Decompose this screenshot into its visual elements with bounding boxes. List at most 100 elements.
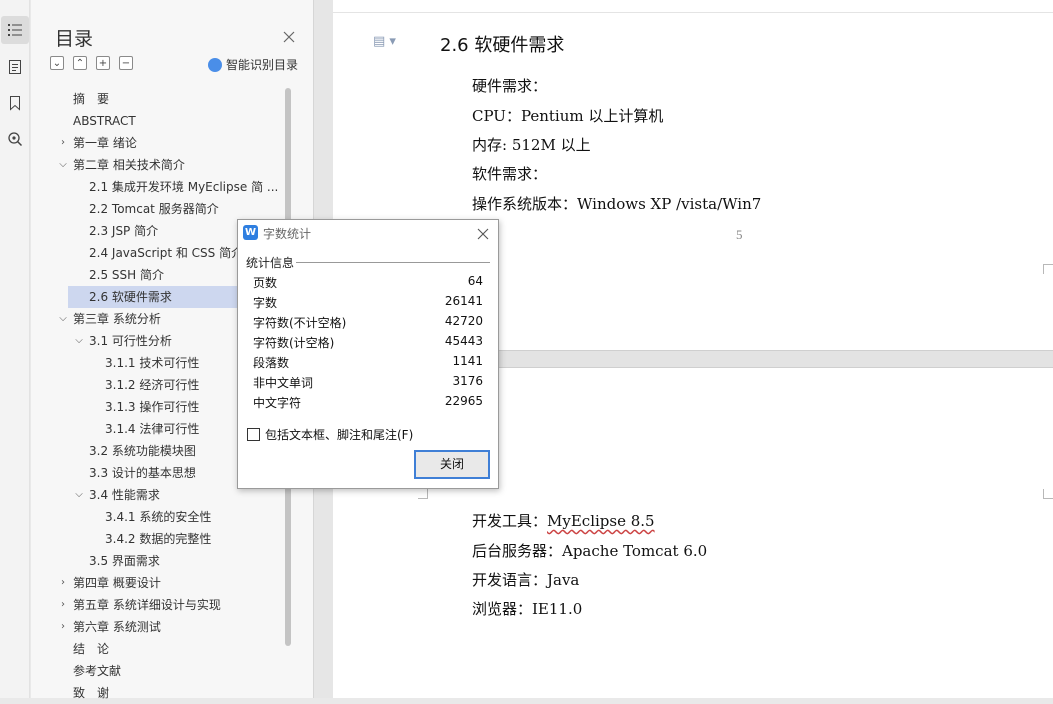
toc-icon[interactable] (1, 16, 29, 44)
toc-item-label: 2.2 Tomcat 服务器简介 (89, 202, 219, 216)
dialog-titlebar[interactable]: W 字数统计 (238, 220, 498, 246)
toc-item-label: 3.5 界面需求 (89, 554, 160, 568)
stat-label: 段落数 (253, 356, 290, 370)
toc-item-label: 3.4.2 数据的完整性 (105, 532, 212, 546)
stat-value: 42720 (444, 314, 483, 328)
smart-toc-button[interactable]: 智能识别目录 (208, 56, 298, 73)
toc-item-label: 2.6 软硬件需求 (89, 290, 172, 304)
dialog-title: 字数统计 (263, 227, 312, 241)
toc-item[interactable]: 3.5 界面需求 (31, 550, 293, 572)
document-icon[interactable] (1, 53, 29, 81)
toc-item[interactable]: › 第五章 系统详细设计与实现 (31, 594, 293, 616)
doc-line: 浏览器：IE11.0 (472, 600, 583, 618)
stat-label: 字数 (253, 296, 278, 310)
toc-close-icon[interactable] (282, 29, 296, 43)
toc-item[interactable]: 摘 要 (31, 88, 293, 110)
margin-corner-mark (418, 489, 428, 499)
toc-item-label: 第三章 系统分析 (73, 312, 161, 326)
stat-label: 字符数(计空格) (253, 336, 335, 350)
toc-item-label: 致 谢 (73, 686, 110, 700)
doc-line: 开发语言：Java (472, 571, 580, 589)
toc-item-label: 摘 要 (73, 92, 110, 106)
chevron-right-icon[interactable]: › (57, 132, 69, 154)
toc-item[interactable]: 结 论 (31, 638, 293, 660)
stat-row: 段落数 1141 (253, 354, 483, 374)
toc-item-label: 2.1 集成开发环境 MyEclipse 简 ... (89, 180, 279, 194)
chevron-down-icon[interactable]: ⌵ (57, 308, 69, 330)
checkbox-box[interactable] (247, 428, 260, 441)
page-options-icon[interactable]: ▤ ▾ (373, 34, 396, 49)
stat-label: 字符数(不计空格) (253, 316, 347, 330)
include-notes-checkbox[interactable]: 包括文本框、脚注和尾注(F) (247, 426, 413, 443)
collapse-all-icon[interactable]: ⌃ (73, 56, 87, 70)
expand-all-icon[interactable]: ⌄ (50, 56, 64, 70)
toc-item-label: 第二章 相关技术简介 (73, 158, 185, 172)
smart-toc-label: 智能识别目录 (226, 58, 299, 72)
toc-item-label: 第六章 系统测试 (73, 620, 161, 634)
stat-value: 64 (467, 274, 483, 288)
margin-corner-mark (1043, 264, 1053, 274)
doc-line: 硬件需求： (472, 77, 548, 95)
stat-row: 字数 26141 (253, 294, 483, 314)
toc-item[interactable]: 致 谢 (31, 682, 293, 704)
chevron-down-icon[interactable]: ⌵ (73, 330, 85, 352)
toc-item[interactable]: › 第六章 系统测试 (31, 616, 293, 638)
chevron-right-icon[interactable]: › (57, 594, 69, 616)
toc-item-label: 第一章 绪论 (73, 136, 137, 150)
toc-item[interactable]: ⌵ 第二章 相关技术简介 (31, 154, 293, 176)
side-rail (0, 0, 30, 698)
toc-item[interactable]: 2.1 集成开发环境 MyEclipse 简 ... (31, 176, 293, 198)
stat-row: 字符数(不计空格) 42720 (253, 314, 483, 334)
toc-item-label: 2.4 JavaScript 和 CSS 简介 (89, 246, 244, 260)
bookmark-icon[interactable] (1, 89, 29, 117)
chevron-down-icon[interactable]: ⌵ (73, 484, 85, 506)
stat-row: 中文字符 22965 (253, 394, 483, 414)
doc-line: 开发工具：MyEclipse 8.5 (472, 510, 655, 531)
section-heading: 2.6 软硬件需求 (440, 35, 565, 56)
toc-item-label: 2.3 JSP 简介 (89, 224, 159, 238)
chevron-right-icon[interactable]: › (57, 572, 69, 594)
remove-heading-icon[interactable]: − (119, 56, 133, 70)
toc-item[interactable]: ABSTRACT (31, 110, 293, 132)
stats-group-label: 统计信息 (246, 256, 295, 270)
toc-item-label: ABSTRACT (73, 114, 136, 128)
toc-item-label: 3.1.3 操作可行性 (105, 400, 200, 414)
stat-row: 字符数(计空格) 45443 (253, 334, 483, 354)
toc-item-label: 2.5 SSH 简介 (89, 268, 164, 282)
doc-line: CPU：Pentium 以上计算机 (472, 107, 664, 125)
toc-item-label: 第四章 概要设计 (73, 576, 161, 590)
stat-value: 3176 (452, 374, 483, 388)
chevron-down-icon[interactable]: ⌵ (57, 154, 69, 176)
stat-value: 45443 (444, 334, 483, 348)
stat-value: 26141 (444, 294, 483, 308)
chevron-right-icon[interactable]: › (57, 616, 69, 638)
dev-tool-value: MyEclipse 8.5 (547, 512, 655, 530)
doc-line: 内存: 512M 以上 (472, 136, 591, 154)
stat-label: 非中文单词 (253, 376, 314, 390)
word-count-dialog: W 字数统计 统计信息 页数 64 字数 26141 字符数(不计空格) 42720 字符数… (237, 219, 499, 489)
toc-item[interactable]: 3.4.2 数据的完整性 (31, 528, 293, 550)
close-button[interactable]: 关闭 (414, 450, 490, 479)
doc-line: 软件需求： (472, 165, 548, 183)
search-icon[interactable] (1, 125, 29, 153)
dialog-close-icon[interactable] (476, 226, 490, 240)
toc-item-label: 第五章 系统详细设计与实现 (73, 598, 221, 612)
toc-item[interactable]: 3.4.1 系统的安全性 (31, 506, 293, 528)
toc-item-label: 3.1.2 经济可行性 (105, 378, 200, 392)
toc-item[interactable]: 参考文献 (31, 660, 293, 682)
toc-item[interactable]: 2.2 Tomcat 服务器简介 (31, 198, 293, 220)
toc-item[interactable]: › 第四章 概要设计 (31, 572, 293, 594)
add-heading-icon[interactable]: + (96, 56, 110, 70)
stat-value: 1141 (452, 354, 483, 368)
toc-item-label: 3.1.4 法律可行性 (105, 422, 200, 436)
toc-item[interactable]: › 第一章 绪论 (31, 132, 293, 154)
page-edge (333, 12, 1053, 13)
stat-row: 非中文单词 3176 (253, 374, 483, 394)
toc-item-label: 3.4.1 系统的安全性 (105, 510, 212, 524)
dev-tool-label: 开发工具： (472, 512, 548, 530)
toc-item-label: 3.2 系统功能模块图 (89, 444, 196, 458)
toc-title: 目录 (55, 28, 94, 50)
wps-logo-icon: W (243, 225, 258, 240)
toc-toolbar: ⌄ ⌃ + − (50, 56, 133, 70)
toc-item-label: 参考文献 (73, 664, 122, 678)
